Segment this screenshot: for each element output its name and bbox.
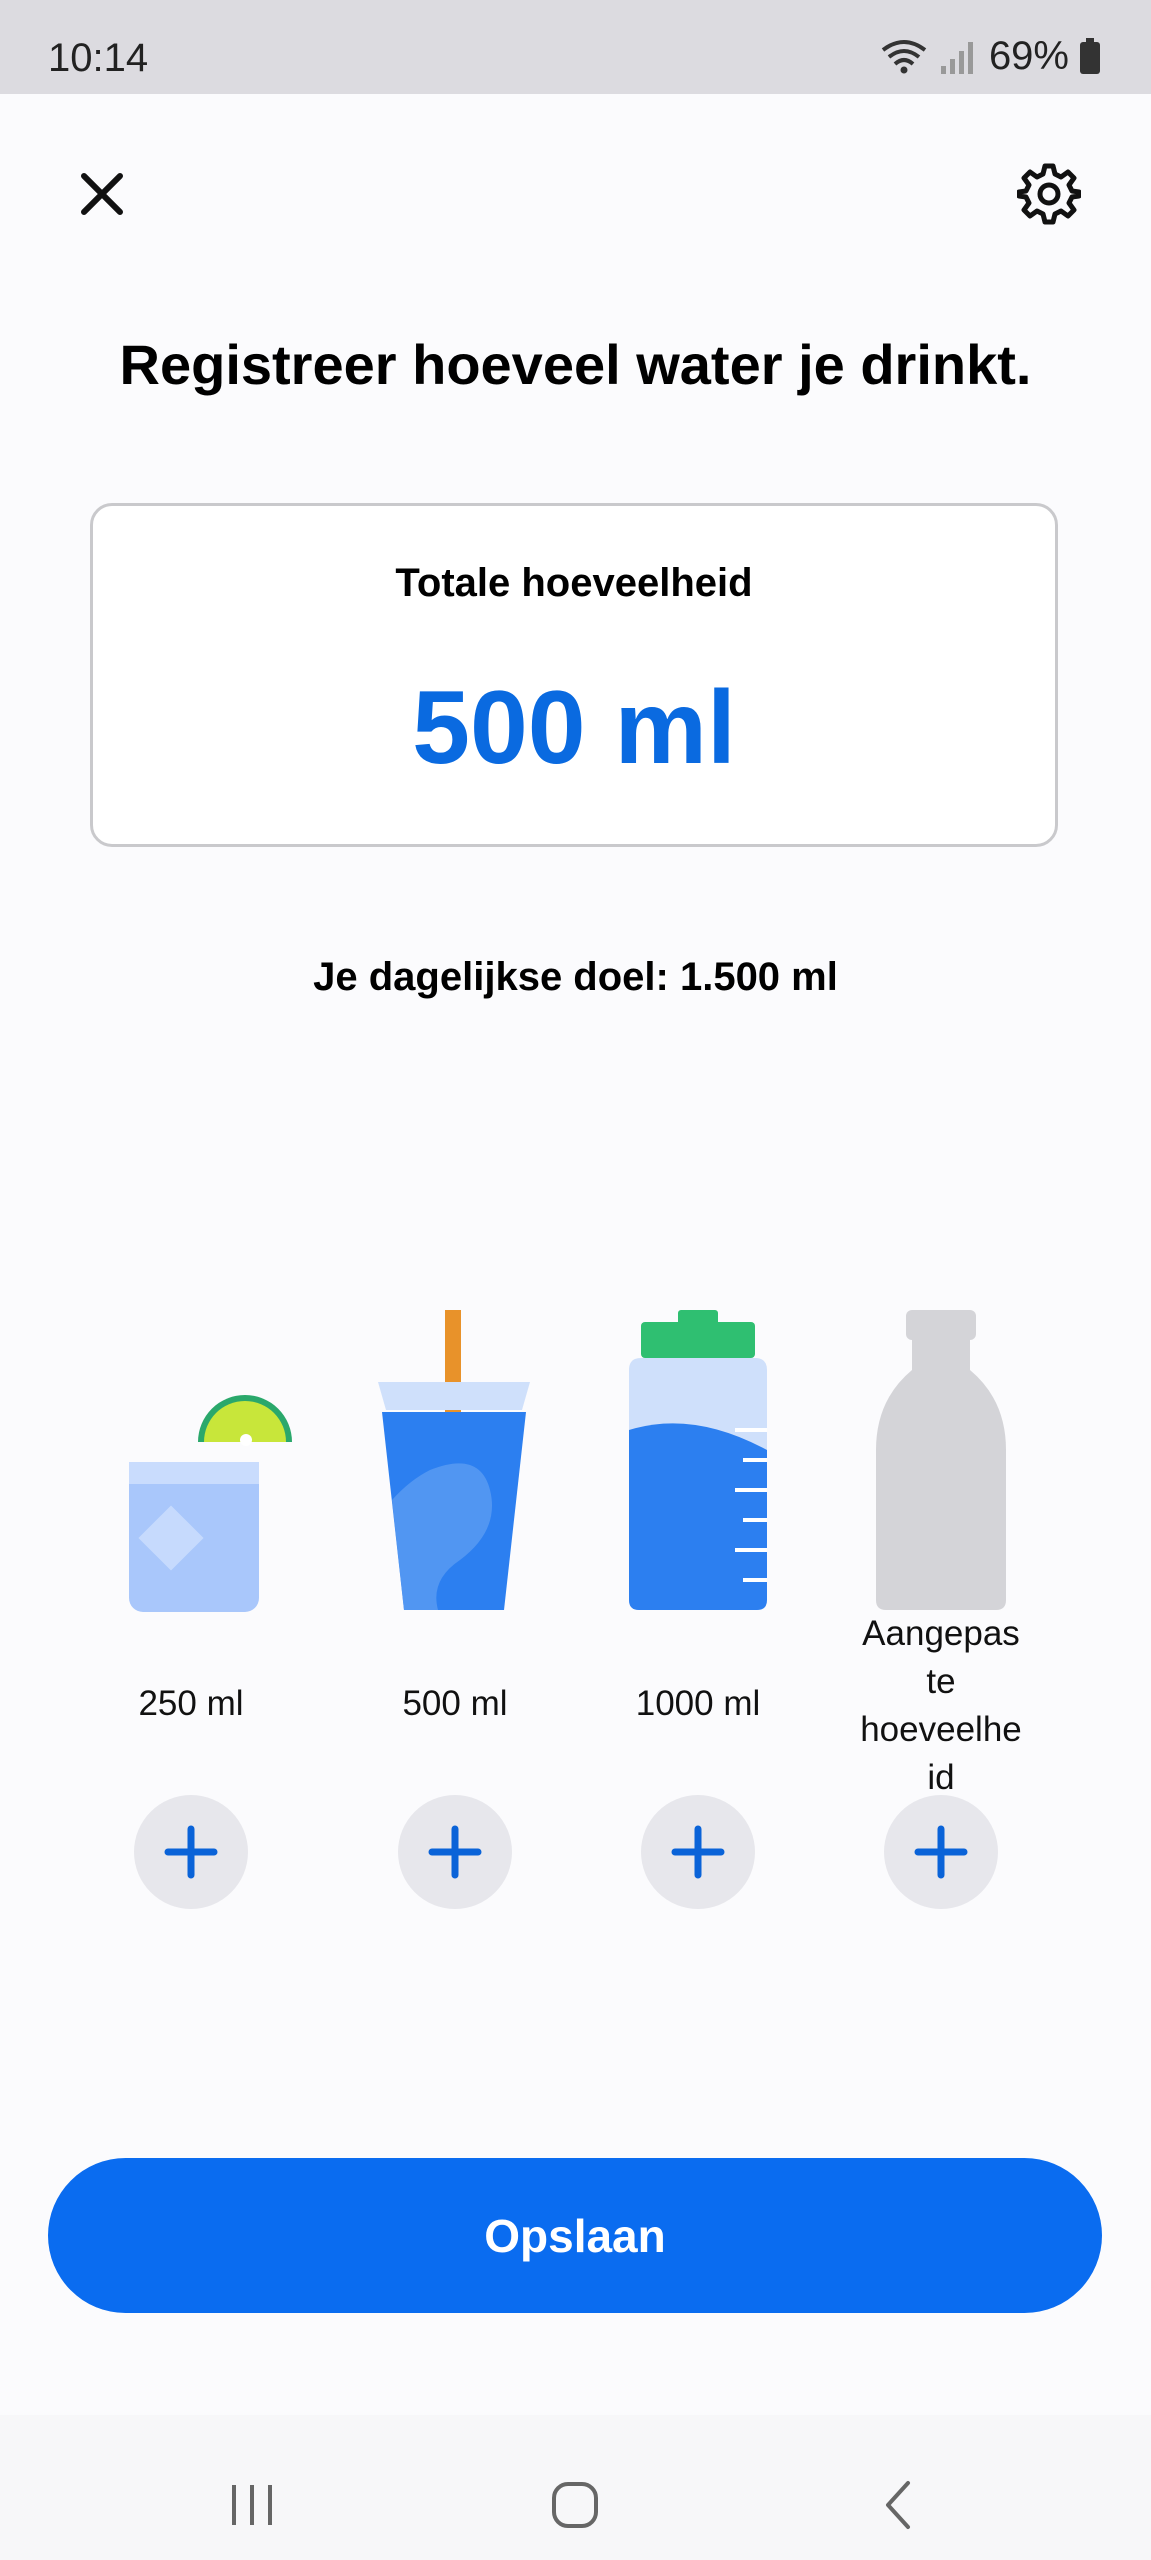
plus-icon [428, 1825, 482, 1879]
signal-icon [940, 42, 973, 74]
back-icon [886, 2481, 910, 2529]
plus-icon [914, 1825, 968, 1879]
drink-label: 250 ml [138, 1684, 244, 1723]
total-value: 500 ml [412, 670, 736, 786]
total-card: Totale hoeveelheid 500 ml [90, 503, 1058, 847]
add-500-button[interactable] [398, 1795, 512, 1909]
status-time: 10:14 [48, 36, 149, 80]
drink-label: 500 ml [402, 1684, 508, 1723]
cup-with-straw-icon [378, 1310, 530, 1610]
add-custom-button[interactable] [884, 1795, 998, 1909]
gear-icon [1016, 163, 1082, 225]
drink-option-custom: Aangepas te hoeveelhe id [826, 1300, 1056, 1950]
recent-apps-icon [232, 2485, 272, 2525]
drink-option-500: 500 ml [340, 1300, 570, 1950]
status-bar: 10:14 69% [0, 0, 1151, 94]
home-button[interactable] [515, 2455, 635, 2555]
drink-label: Aangepas te hoeveelhe id [860, 1614, 1022, 1797]
total-label: Totale hoeveelheid [395, 561, 753, 605]
home-icon [552, 2482, 598, 2528]
settings-button[interactable] [1016, 162, 1082, 226]
page-title: Registreer hoeveel water je drinkt. [119, 333, 1032, 396]
glass-icon [129, 1395, 292, 1612]
battery-percentage: 69% [988, 33, 1069, 78]
drink-option-1000: 1000 ml [583, 1300, 813, 1950]
wifi-icon [881, 40, 927, 74]
add-250-button[interactable] [134, 1795, 248, 1909]
back-button[interactable] [838, 2455, 958, 2555]
plus-icon [164, 1825, 218, 1879]
close-button[interactable] [70, 162, 134, 226]
water-bottle-icon [629, 1310, 767, 1610]
plus-icon [671, 1825, 725, 1879]
battery-icon [1080, 38, 1100, 74]
close-icon [81, 173, 123, 215]
custom-bottle-icon [876, 1310, 1006, 1610]
add-1000-button[interactable] [641, 1795, 755, 1909]
save-button[interactable]: Opslaan [48, 2158, 1102, 2313]
daily-goal: Je dagelijkse doel: 1.500 ml [313, 955, 838, 999]
navigation-bar [0, 2415, 1151, 2560]
drink-option-250: 250 ml [76, 1300, 306, 1950]
recent-apps-button[interactable] [192, 2455, 312, 2555]
drink-label: 1000 ml [635, 1684, 761, 1723]
status-icons: 69% [879, 34, 1101, 78]
